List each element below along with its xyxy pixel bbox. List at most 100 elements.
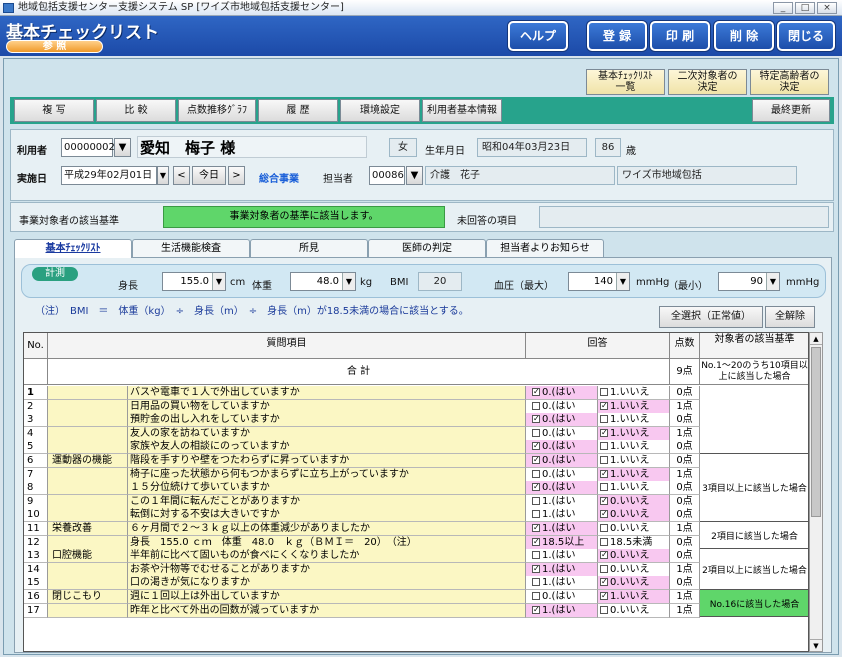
height-dropdown-icon[interactable]: ▼ — [212, 273, 225, 290]
checkbox-a[interactable]: ✓ — [532, 564, 540, 573]
answer-option-a[interactable]: ✓ 0.(はい — [526, 481, 598, 496]
minimize-button[interactable]: _ — [773, 2, 793, 14]
score-graph-button[interactable]: 点数推移ｸﾞﾗﾌ — [178, 99, 256, 122]
checkbox-b[interactable] — [600, 537, 608, 546]
answer-option-a[interactable]: 1.(はい — [526, 549, 598, 564]
prev-date-button[interactable]: < — [173, 166, 190, 185]
answer-option-a[interactable]: 0.(はい — [526, 467, 598, 482]
checkbox-a[interactable] — [532, 551, 540, 560]
delete-button[interactable]: 削 除 — [714, 21, 774, 51]
weight-dropdown-icon[interactable]: ▼ — [342, 273, 355, 290]
implementation-date-field[interactable]: 平成29年02月01日 — [61, 166, 157, 185]
answer-option-b[interactable]: ✓ 0.いいえ — [598, 576, 670, 591]
user-dropdown-icon[interactable]: ▼ — [114, 138, 131, 157]
bp-min-field[interactable]: 90 ▼ — [718, 272, 780, 291]
answer-option-b[interactable]: 1.いいえ — [598, 413, 670, 428]
checkbox-b[interactable] — [600, 564, 608, 573]
checkbox-b[interactable] — [600, 388, 608, 396]
height-field[interactable]: 155.0 ▼ — [162, 272, 226, 291]
help-button[interactable]: ヘルプ — [508, 21, 568, 51]
checkbox-a[interactable] — [532, 401, 540, 410]
print-button[interactable]: 印 刷 — [650, 21, 710, 51]
checkbox-b[interactable] — [600, 605, 608, 614]
checkbox-a[interactable]: ✓ — [532, 524, 540, 532]
answer-option-a[interactable]: ✓ 1.(はい — [526, 603, 598, 618]
clear-all-button[interactable]: 全解除 — [765, 306, 815, 328]
answer-option-b[interactable]: ✓ 0.いいえ — [598, 494, 670, 509]
tab-doctor[interactable]: 医師の判定 — [368, 239, 486, 258]
tab-checklist[interactable]: 基本ﾁｪｯｸﾘｽﾄ — [14, 239, 132, 258]
last-update-button[interactable]: 最終更新 — [752, 99, 830, 122]
checkbox-a[interactable]: ✓ — [532, 537, 540, 546]
answer-option-a[interactable]: 0.(はい — [526, 426, 598, 441]
answer-option-b[interactable]: ✓ 0.いいえ — [598, 549, 670, 564]
checkbox-b[interactable]: ✓ — [600, 592, 608, 600]
specific-elderly-button[interactable]: 特定高齢者の 決定 — [750, 69, 829, 95]
checkbox-b[interactable]: ✓ — [600, 551, 608, 560]
checkbox-a[interactable]: ✓ — [532, 388, 540, 396]
checkbox-a[interactable]: ✓ — [532, 483, 540, 492]
checkbox-a[interactable] — [532, 496, 540, 505]
maximize-button[interactable]: □ — [795, 2, 815, 14]
close-window-button[interactable]: × — [817, 2, 837, 14]
answer-option-b[interactable]: 18.5未満 — [598, 535, 670, 550]
checkbox-b[interactable] — [600, 415, 608, 424]
history-button[interactable]: 履 歴 — [258, 99, 338, 122]
checkbox-a[interactable]: ✓ — [532, 456, 540, 464]
answer-option-b[interactable]: 0.いいえ — [598, 522, 670, 536]
checkbox-a[interactable] — [532, 469, 540, 478]
copy-button[interactable]: 複 写 — [14, 99, 94, 122]
answer-option-b[interactable]: 1.いいえ — [598, 454, 670, 468]
checkbox-a[interactable] — [532, 510, 540, 519]
checkbox-b[interactable]: ✓ — [600, 401, 608, 410]
bp-min-dropdown-icon[interactable]: ▼ — [766, 273, 779, 290]
answer-option-b[interactable]: 0.いいえ — [598, 562, 670, 577]
answer-option-a[interactable]: ✓ 1.(はい — [526, 562, 598, 577]
answer-option-b[interactable]: 1.いいえ — [598, 386, 670, 400]
bp-max-field[interactable]: 140 ▼ — [568, 272, 630, 291]
checkbox-b[interactable]: ✓ — [600, 510, 608, 519]
answer-option-a[interactable]: 0.(はい — [526, 399, 598, 414]
checkbox-a[interactable] — [532, 592, 540, 600]
answer-option-a[interactable]: ✓ 0.(はい — [526, 386, 598, 400]
next-date-button[interactable]: > — [228, 166, 245, 185]
checklist-list-button[interactable]: 基本ﾁｪｯｸﾘｽﾄ 一覧 — [586, 69, 665, 95]
environment-settings-button[interactable]: 環境設定 — [340, 99, 420, 122]
checkbox-b[interactable]: ✓ — [600, 428, 608, 437]
tab-staff-notice[interactable]: 担当者よりお知らせ — [486, 239, 604, 258]
answer-option-b[interactable]: ✓ 1.いいえ — [598, 467, 670, 482]
answer-option-b[interactable]: 1.いいえ — [598, 440, 670, 455]
scroll-up-icon[interactable]: ▲ — [810, 333, 822, 345]
register-button[interactable]: 登 録 — [587, 21, 647, 51]
user-basic-info-button[interactable]: 利用者基本情報 — [422, 99, 502, 122]
checkbox-b[interactable]: ✓ — [600, 496, 608, 505]
scroll-thumb[interactable] — [811, 347, 821, 517]
answer-option-a[interactable]: ✓ 18.5以上 — [526, 535, 598, 550]
answer-option-a[interactable]: 1.(はい — [526, 494, 598, 509]
checkbox-b[interactable]: ✓ — [600, 469, 608, 478]
answer-option-a[interactable]: 0.(はい — [526, 590, 598, 604]
weight-field[interactable]: 48.0 ▼ — [290, 272, 356, 291]
checkbox-a[interactable] — [532, 578, 540, 587]
close-button[interactable]: 閉じる — [777, 21, 835, 51]
checkbox-a[interactable] — [532, 428, 540, 437]
tab-life-function[interactable]: 生活機能検査 — [132, 239, 250, 258]
today-button[interactable]: 今日 — [192, 166, 226, 185]
checkbox-b[interactable]: ✓ — [600, 578, 608, 587]
grid-scrollbar[interactable]: ▲ ▼ — [809, 332, 823, 652]
scroll-down-icon[interactable]: ▼ — [810, 639, 822, 651]
checkbox-a[interactable]: ✓ — [532, 442, 540, 451]
checkbox-b[interactable] — [600, 483, 608, 492]
staff-dropdown-icon[interactable]: ▼ — [406, 166, 423, 185]
answer-option-a[interactable]: ✓ 1.(はい — [526, 522, 598, 536]
answer-option-b[interactable]: ✓ 1.いいえ — [598, 399, 670, 414]
tab-findings[interactable]: 所見 — [250, 239, 368, 258]
date-dropdown-icon[interactable]: ▼ — [157, 166, 169, 185]
checkbox-a[interactable]: ✓ — [532, 605, 540, 614]
select-all-button[interactable]: 全選択（正常値） — [659, 306, 763, 328]
checkbox-b[interactable] — [600, 456, 608, 464]
staff-id-field[interactable]: 00086 — [369, 166, 405, 185]
answer-option-b[interactable]: 0.いいえ — [598, 603, 670, 618]
checkbox-b[interactable] — [600, 442, 608, 451]
answer-option-a[interactable]: ✓ 0.(はい — [526, 413, 598, 428]
